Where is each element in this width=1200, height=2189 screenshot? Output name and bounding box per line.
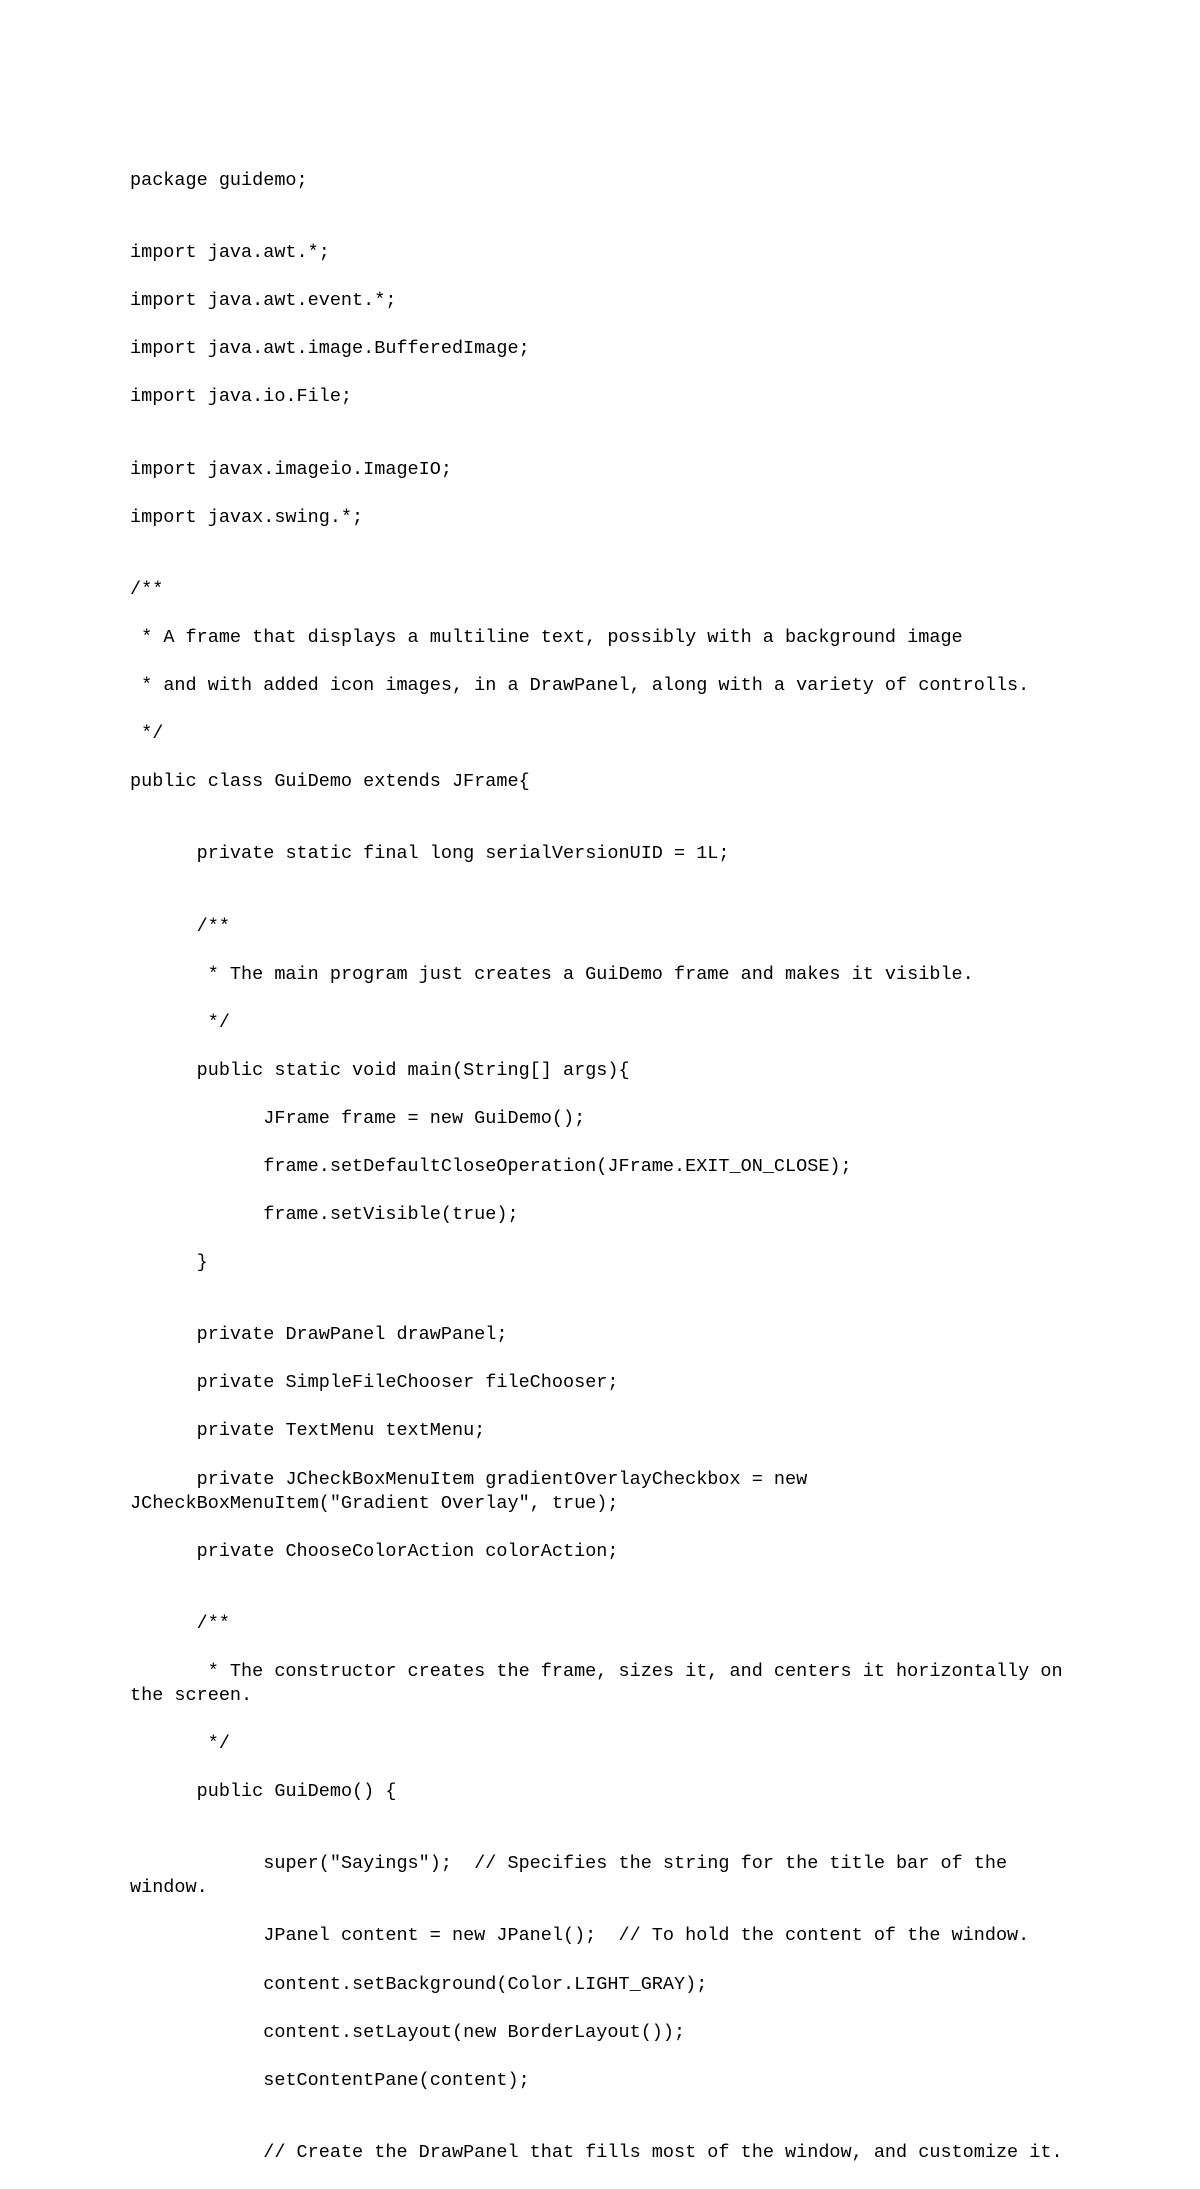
code-line: */ (130, 722, 1070, 746)
code-line: frame.setVisible(true); (130, 1203, 1070, 1227)
code-line: package guidemo; (130, 169, 1070, 193)
code-line: import javax.swing.*; (130, 506, 1070, 530)
code-line: content.setBackground(Color.LIGHT_GRAY); (130, 1973, 1070, 1997)
code-line: */ (130, 1011, 1070, 1035)
code-line: * and with added icon images, in a DrawP… (130, 674, 1070, 698)
code-line: private static final long serialVersionU… (130, 842, 1070, 866)
code-line: private SimpleFileChooser fileChooser; (130, 1371, 1070, 1395)
code-line: * The constructor creates the frame, siz… (130, 1660, 1070, 1708)
code-line: private JCheckBoxMenuItem gradientOverla… (130, 1468, 1070, 1516)
code-line: super("Sayings"); // Specifies the strin… (130, 1852, 1070, 1900)
code-line: /** (130, 915, 1070, 939)
code-line: public static void main(String[] args){ (130, 1059, 1070, 1083)
code-line: import javax.imageio.ImageIO; (130, 458, 1070, 482)
code-line: frame.setDefaultCloseOperation(JFrame.EX… (130, 1155, 1070, 1179)
code-line: setContentPane(content); (130, 2069, 1070, 2093)
code-line: import java.awt.image.BufferedImage; (130, 337, 1070, 361)
code-line: import java.awt.event.*; (130, 289, 1070, 313)
code-line: /** (130, 1612, 1070, 1636)
code-line: JPanel content = new JPanel(); // To hol… (130, 1924, 1070, 1948)
code-line: * A frame that displays a multiline text… (130, 626, 1070, 650)
code-line: } (130, 1251, 1070, 1275)
code-line: private ChooseColorAction colorAction; (130, 1540, 1070, 1564)
code-line: content.setLayout(new BorderLayout()); (130, 2021, 1070, 2045)
code-line: private TextMenu textMenu; (130, 1419, 1070, 1443)
code-document: package guidemo; import java.awt.*; impo… (130, 145, 1070, 2189)
code-line: public class GuiDemo extends JFrame{ (130, 770, 1070, 794)
code-line: private DrawPanel drawPanel; (130, 1323, 1070, 1347)
code-line: public GuiDemo() { (130, 1780, 1070, 1804)
code-line: * The main program just creates a GuiDem… (130, 963, 1070, 987)
code-line: JFrame frame = new GuiDemo(); (130, 1107, 1070, 1131)
code-line: */ (130, 1732, 1070, 1756)
code-line: import java.io.File; (130, 385, 1070, 409)
code-line: import java.awt.*; (130, 241, 1070, 265)
code-line: /** (130, 578, 1070, 602)
code-line: // Create the DrawPanel that fills most … (130, 2141, 1070, 2165)
